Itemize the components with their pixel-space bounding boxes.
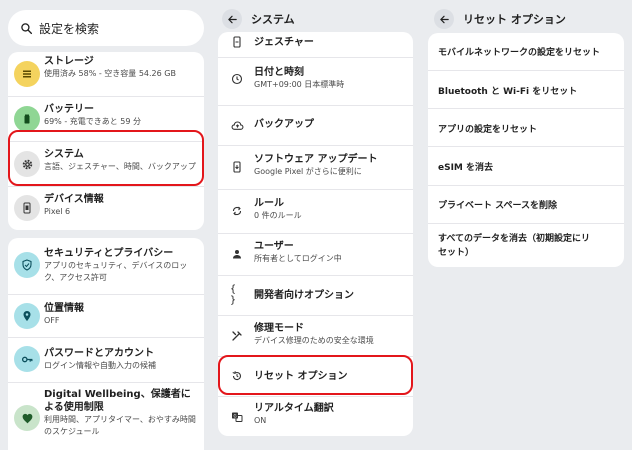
system-item-subtitle: GMT+09:00 日本標準時	[254, 80, 345, 89]
system-item-subtitle: 所有者としてログイン中	[254, 254, 342, 263]
rules-icon	[230, 204, 244, 218]
settings-item-subtitle: アプリのセキュリティ、デバイスのロック、アクセス許可	[44, 261, 188, 282]
settings-group-privacy: セキュリティとプライバシー アプリのセキュリティ、デバイスのロック、アクセス許可…	[8, 238, 204, 450]
settings-item-title: セキュリティとプライバシー	[44, 248, 174, 259]
person-icon	[230, 247, 244, 261]
settings-item-storage[interactable]: ストレージ 使用済み 58% - 空き容量 54.26 GB	[8, 52, 204, 96]
highlight-outline	[218, 355, 413, 395]
system-item-title: ジェスチャー	[254, 37, 314, 48]
settings-item-title: バッテリー	[44, 104, 94, 115]
page-title: システム	[251, 13, 295, 26]
system-item-title: 日付と時刻	[254, 67, 304, 78]
shield-icon	[14, 252, 40, 278]
system-item-backup[interactable]: バックアップ	[218, 106, 413, 144]
system-item-subtitle: デバイス修理のための安全な環境	[254, 336, 374, 345]
search-placeholder: 設定を検索	[39, 21, 100, 36]
settings-item-digital-wellbeing[interactable]: Digital Wellbeing、保護者による使用制限 利用時間、アプリタイマ…	[8, 383, 204, 450]
settings-item-passwords[interactable]: パスワードとアカウント ログイン情報や自動入力の候補	[8, 338, 204, 382]
divider	[428, 108, 624, 109]
system-item-title: 開発者向けオプション	[254, 290, 354, 301]
search-icon	[21, 22, 33, 34]
system-item-subtitle: Google Pixel がさらに便利に	[254, 167, 362, 176]
settings-item-title: パスワードとアカウント	[44, 348, 154, 359]
settings-item-subtitle: 69% - 充電できあと 59 分	[44, 117, 142, 126]
system-item-gestures[interactable]: ジェスチャー	[218, 32, 413, 52]
storage-icon	[14, 61, 40, 87]
reset-header: リセット オプション	[434, 8, 566, 30]
clock-icon	[230, 72, 244, 86]
system-item-title: ルール	[254, 198, 284, 209]
back-button[interactable]	[222, 9, 242, 29]
system-item-title: バックアップ	[254, 119, 314, 130]
reset-mobile-network-item[interactable]: モバイルネットワークの設定をリセット	[428, 45, 624, 58]
back-button[interactable]	[434, 9, 454, 29]
system-item-subtitle: ON	[254, 416, 267, 425]
erase-esim-item[interactable]: eSIM を消去	[428, 160, 624, 173]
reset-app-preferences-item[interactable]: アプリの設定をリセット	[428, 122, 624, 135]
system-item-title: 修理モード	[254, 323, 304, 334]
system-header: システム	[222, 8, 295, 30]
divider	[428, 146, 624, 147]
battery-icon	[14, 106, 40, 132]
system-item-date-time[interactable]: 日付と時刻 GMT+09:00 日本標準時	[218, 58, 413, 100]
system-item-rules[interactable]: ルール 0 件のルール	[218, 190, 413, 232]
page-title: リセット オプション	[463, 13, 566, 26]
system-item-title: ソフトウェア アップデート	[254, 154, 378, 165]
cloud-backup-icon	[230, 118, 244, 132]
settings-item-title: 位置情報	[44, 303, 84, 314]
settings-item-title: デバイス情報	[44, 194, 104, 205]
divider	[428, 223, 624, 224]
factory-reset-item[interactable]: すべてのデータを消去（初期設定にリセット）	[428, 232, 598, 260]
divider	[428, 70, 624, 71]
system-item-title: ユーザー	[254, 241, 294, 252]
settings-item-subtitle: 利用時間、アプリタイマー、おやすみ時間のスケジュール	[44, 415, 196, 436]
svg-text:G: G	[234, 413, 237, 418]
settings-item-location[interactable]: 位置情報 OFF	[8, 295, 204, 337]
gesture-phone-icon	[230, 35, 244, 49]
settings-item-subtitle: OFF	[44, 316, 60, 325]
wellbeing-icon	[14, 405, 40, 431]
settings-item-subtitle: ログイン情報や自動入力の候補	[44, 361, 156, 370]
key-icon	[14, 346, 40, 372]
system-item-developer-options[interactable]: { } 開発者向けオプション	[218, 276, 413, 314]
system-update-icon	[230, 160, 244, 174]
settings-item-title: Digital Wellbeing、保護者による使用制限	[44, 389, 191, 413]
system-item-live-translate[interactable]: G リアルタイム翻訳 ON	[218, 397, 413, 436]
system-item-title: リアルタイム翻訳	[254, 403, 334, 414]
system-item-software-update[interactable]: ソフトウェア アップデート Google Pixel がさらに便利に	[218, 146, 413, 188]
location-icon	[14, 303, 40, 329]
reset-bluetooth-wifi-item[interactable]: Bluetooth と Wi-Fi をリセット	[428, 84, 624, 97]
translate-icon: G	[230, 410, 244, 424]
repair-icon	[230, 329, 244, 343]
divider	[428, 185, 624, 186]
reset-options-list: モバイルネットワークの設定をリセット Bluetooth と Wi-Fi をリセ…	[428, 33, 624, 267]
highlight-outline	[8, 130, 204, 186]
system-item-subtitle: 0 件のルール	[254, 211, 302, 220]
settings-item-device-info[interactable]: デバイス情報 Pixel 6	[8, 187, 204, 230]
settings-item-subtitle: Pixel 6	[44, 207, 71, 216]
system-item-users[interactable]: ユーザー 所有者としてログイン中	[218, 234, 413, 274]
reset-options-column: リセット オプション モバイルネットワークの設定をリセット Bluetooth …	[428, 0, 624, 450]
settings-item-security[interactable]: セキュリティとプライバシー アプリのセキュリティ、デバイスのロック、アクセス許可	[8, 238, 204, 290]
settings-item-title: ストレージ	[44, 56, 94, 67]
code-braces-icon: { }	[230, 284, 237, 306]
system-settings-column: システム ジェスチャー 日付と時刻 GMT+09:00 日本標準時 バックアップ	[218, 0, 413, 450]
settings-list-column: 設定を検索 ストレージ 使用済み 58% - 空き容量 54.26 GB バッテ…	[8, 0, 204, 450]
delete-private-space-item[interactable]: プライベート スペースを削除	[428, 198, 624, 211]
arrow-back-icon	[439, 15, 449, 23]
search-bar[interactable]: 設定を検索	[8, 10, 204, 46]
phone-icon	[14, 195, 40, 221]
system-item-repair-mode[interactable]: 修理モード デバイス修理のための安全な環境	[218, 316, 413, 356]
settings-item-subtitle: 使用済み 58% - 空き容量 54.26 GB	[44, 69, 176, 78]
arrow-back-icon	[227, 15, 237, 23]
